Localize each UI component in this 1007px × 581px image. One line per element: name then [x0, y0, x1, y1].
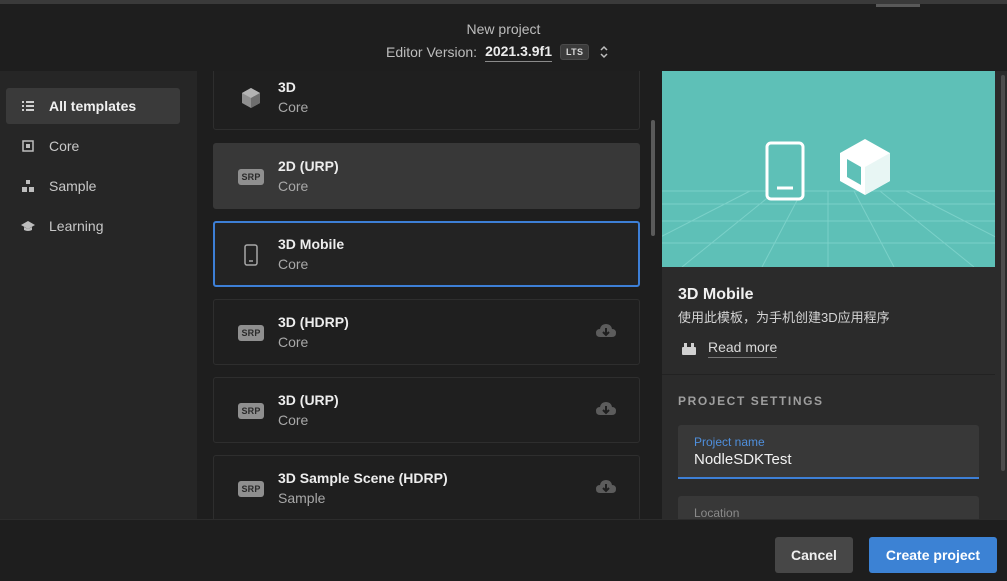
- template-card-3d-urp[interactable]: SRP 3D (URP) Core: [213, 377, 640, 443]
- template-category-sidebar: All templates Core Sample Learning: [0, 71, 197, 519]
- project-name-input[interactable]: NodleSDKTest: [694, 451, 792, 468]
- create-project-button[interactable]: Create project: [869, 537, 997, 573]
- sidebar-item-label: All templates: [49, 98, 137, 114]
- phone-icon: [238, 243, 264, 267]
- location-field[interactable]: Location: [678, 496, 979, 519]
- preview-illustration: [662, 71, 995, 267]
- template-card-3d[interactable]: 3D Core: [213, 71, 640, 130]
- template-category: Core: [278, 99, 309, 115]
- template-title: 3D: [278, 79, 296, 95]
- template-category: Core: [278, 412, 309, 428]
- sidebar-item-label: Learning: [49, 218, 104, 234]
- read-more-label: Read more: [708, 339, 778, 358]
- template-details-title: 3D Mobile: [678, 286, 754, 303]
- cube-icon: [238, 86, 264, 110]
- cancel-button[interactable]: Cancel: [775, 537, 853, 573]
- template-preview-image: [662, 71, 995, 267]
- srp-badge-icon: SRP: [238, 165, 264, 189]
- srp-badge-icon: SRP: [238, 399, 264, 423]
- sidebar-item-label: Core: [49, 138, 80, 154]
- template-card-3d-sample-scene-hdrp[interactable]: SRP 3D Sample Scene (HDRP) Sample: [213, 455, 640, 519]
- header-accent-bar: [876, 4, 920, 7]
- template-details-description: 使用此模板，为手机创建3D应用程序: [678, 310, 890, 325]
- template-title: 3D (HDRP): [278, 314, 349, 330]
- template-card-2d-urp[interactable]: SRP 2D (URP) Core: [213, 143, 640, 209]
- template-list: 3D Core SRP 2D (URP) Core 3D Mobile Core…: [198, 71, 662, 519]
- srp-badge-icon: SRP: [238, 321, 264, 345]
- editor-version-select[interactable]: 2021.3.9f1: [485, 43, 553, 62]
- learn-bag-icon: [682, 342, 696, 355]
- template-category: Core: [278, 178, 309, 194]
- project-settings-header: PROJECT SETTINGS: [678, 394, 824, 408]
- details-divider: [662, 374, 995, 375]
- template-category: Core: [278, 256, 309, 272]
- sidebar-item-sample[interactable]: Sample: [6, 168, 180, 204]
- cloud-download-icon[interactable]: [595, 400, 617, 420]
- sidebar-item-learning[interactable]: Learning: [6, 208, 180, 244]
- location-label: Location: [694, 506, 740, 519]
- list-icon: [21, 99, 35, 113]
- template-card-3d-mobile[interactable]: 3D Mobile Core: [213, 221, 640, 287]
- core-square-icon: [21, 139, 35, 153]
- phone-illustration: [765, 141, 805, 201]
- editor-version-row: Editor Version: 2021.3.9f1 LTS: [386, 42, 609, 62]
- details-scrollbar[interactable]: [1001, 75, 1005, 471]
- sample-shapes-icon: [21, 179, 35, 193]
- chevron-updown-icon[interactable]: [599, 44, 609, 60]
- template-list-scrollbar[interactable]: [651, 120, 655, 236]
- template-details-panel: 3D Mobile 使用此模板，为手机创建3D应用程序 Read more PR…: [662, 71, 1007, 519]
- graduation-cap-icon: [21, 219, 35, 233]
- template-category: Core: [278, 334, 309, 350]
- sidebar-item-all-templates[interactable]: All templates: [6, 88, 180, 124]
- template-card-3d-hdrp[interactable]: SRP 3D (HDRP) Core: [213, 299, 640, 365]
- template-title: 3D Sample Scene (HDRP): [278, 470, 448, 486]
- template-category: Sample: [278, 490, 326, 506]
- cloud-download-icon[interactable]: [595, 322, 617, 342]
- sidebar-item-core[interactable]: Core: [6, 128, 180, 164]
- template-title: 2D (URP): [278, 158, 339, 174]
- dialog-title: New project: [466, 21, 541, 37]
- dialog-header: New project Editor Version: 2021.3.9f1 L…: [0, 0, 1007, 71]
- project-name-label: Project name: [694, 435, 765, 449]
- template-title: 3D (URP): [278, 392, 339, 408]
- template-title: 3D Mobile: [278, 236, 345, 252]
- cloud-download-icon[interactable]: [595, 478, 617, 498]
- lts-badge: LTS: [560, 44, 590, 60]
- sidebar-item-label: Sample: [49, 178, 97, 194]
- project-name-field[interactable]: Project name NodleSDKTest: [678, 425, 979, 479]
- dialog-footer: Cancel Create project: [0, 519, 1007, 581]
- editor-version-label: Editor Version:: [386, 44, 478, 60]
- srp-badge-icon: SRP: [238, 477, 264, 501]
- read-more-link[interactable]: Read more: [682, 339, 778, 358]
